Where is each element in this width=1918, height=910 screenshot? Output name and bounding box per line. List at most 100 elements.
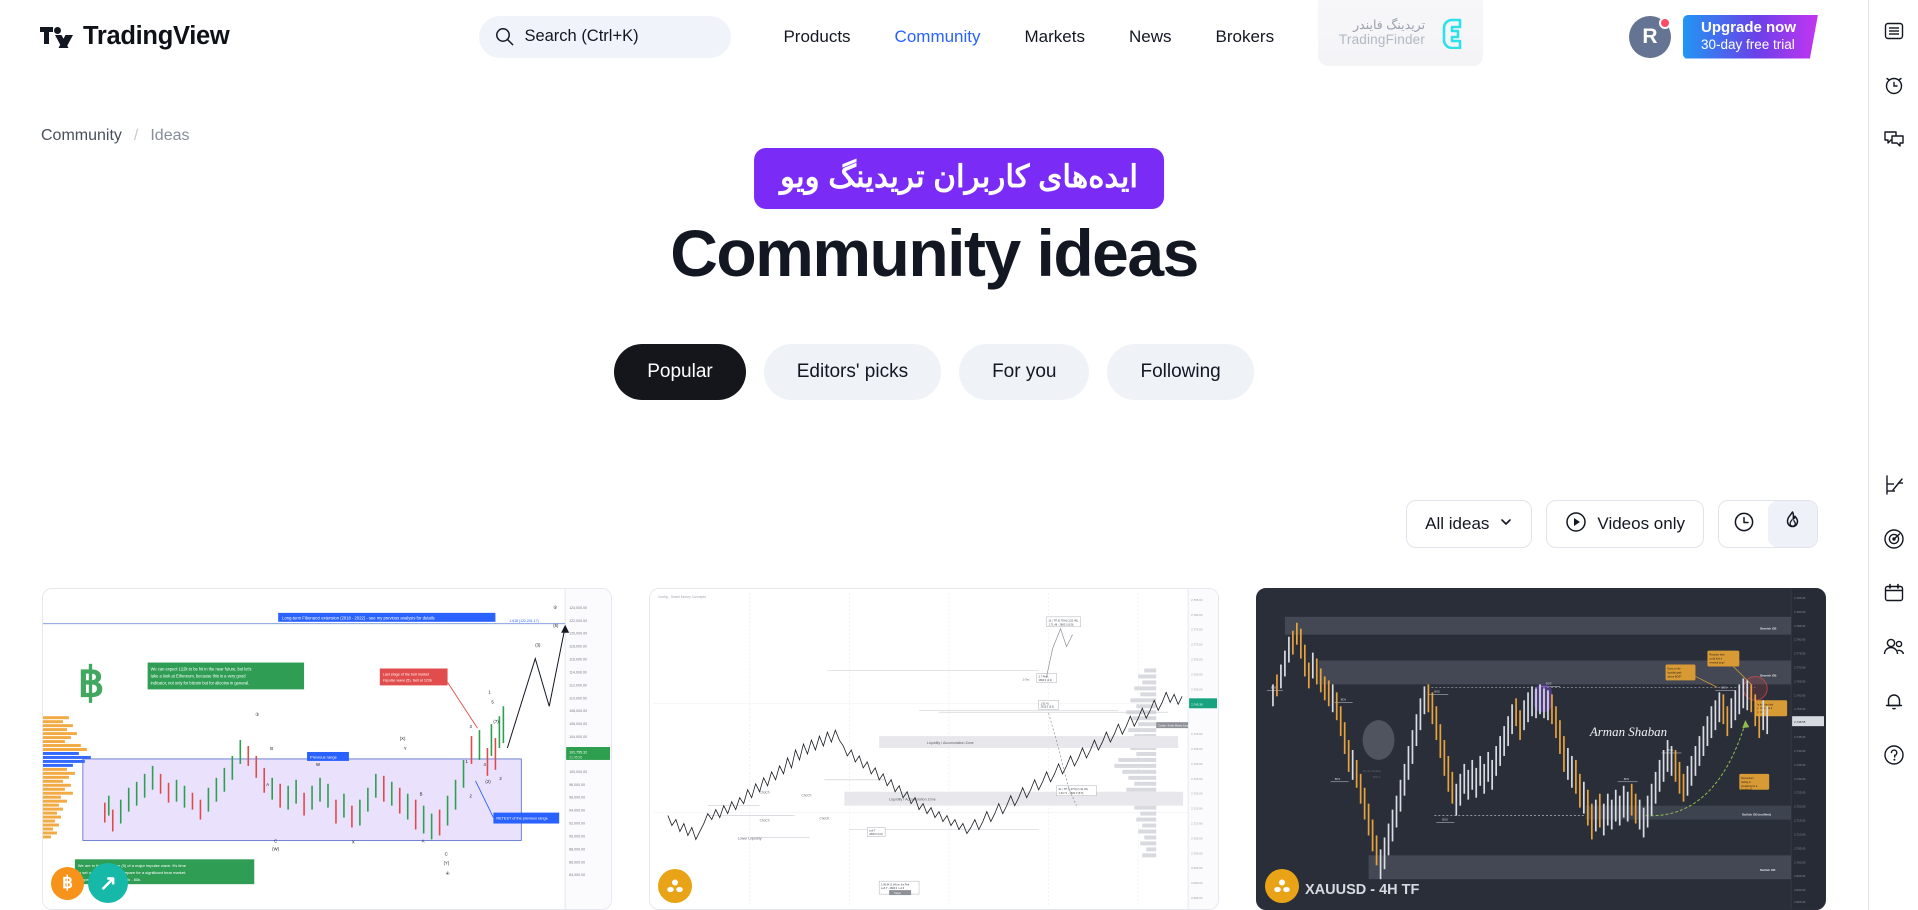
svg-text:C: C [445, 851, 448, 856]
svg-text:120,000.00: 120,000.00 [569, 632, 587, 636]
svg-text:Left T - 2800.0 / +4.6: Left T - 2800.0 / +4.6 [881, 887, 905, 890]
svg-text:BOS: BOS [1271, 685, 1277, 689]
bell-icon[interactable] [1869, 676, 1918, 726]
svg-text:A: A [266, 782, 269, 787]
svg-text:2,730.00: 2,730.00 [1191, 762, 1203, 766]
svg-text:86,000.00: 86,000.00 [569, 860, 585, 864]
svg-text:Bullish OB: Bullish OB [1760, 868, 1776, 872]
svg-text:X: X [352, 839, 355, 844]
svg-text:③: ③ [255, 712, 259, 717]
ideas-toolbar: All ideas Videos only [1406, 500, 1818, 548]
breadcrumb: Community / Ideas [41, 127, 190, 145]
svg-text:Reaction here: Reaction here [1709, 654, 1725, 657]
search-input[interactable]: Search (Ctrl+K) [479, 15, 732, 58]
tab-for-you[interactable]: For you [959, 344, 1090, 400]
svg-text:2,780.00: 2,780.00 [1191, 613, 1203, 617]
svg-text:2,725.00: 2,725.00 [1191, 777, 1203, 781]
card1-header-annotation: Long-term Fibonacci extension (2018 - 20… [282, 615, 434, 620]
svg-text:BOS: BOS [1721, 685, 1727, 689]
svg-text:88,000.00: 88,000.00 [569, 847, 585, 851]
nav-item-community[interactable]: Community [873, 0, 1003, 73]
calendar-icon[interactable] [1869, 568, 1918, 618]
svg-text:could fuel a: could fuel a [1709, 658, 1722, 661]
svg-text:2,760.00: 2,760.00 [1191, 672, 1203, 676]
ideas-filter-tabs: Popular Editors' picks For you Following [0, 344, 1868, 400]
svg-text:116,000.00: 116,000.00 [569, 658, 587, 662]
videos-only-button[interactable]: Videos only [1546, 500, 1704, 548]
svg-text:BOS: BOS [1341, 697, 1347, 701]
help-icon[interactable] [1869, 730, 1918, 780]
tab-editors-picks[interactable]: Editors' picks [763, 344, 942, 400]
watchlist-icon[interactable] [1869, 6, 1918, 56]
tab-popular[interactable]: Popular [614, 344, 746, 400]
svg-text:106,000.00: 106,000.00 [569, 722, 587, 726]
stock-screener-icon[interactable] [1869, 514, 1918, 564]
ideas-pine-icon[interactable] [1869, 460, 1918, 510]
svg-text:ChoCh: ChoCh [819, 817, 829, 821]
svg-text:TRD-X: TRD-X [1373, 775, 1381, 779]
nav-item-products[interactable]: Products [761, 0, 872, 73]
svg-text:(W): (W) [272, 846, 279, 851]
svg-text:Config - Smart Money Concepts: Config - Smart Money Concepts (SMC) [1158, 725, 1201, 728]
nav-item-markets[interactable]: Markets [1003, 0, 1107, 73]
idea-card-xauusd[interactable]: 2,795.00 2,790.00 2,785.00 2,780.00 2,775.… [1256, 588, 1826, 910]
svg-text:96,000.00: 96,000.00 [569, 796, 585, 800]
tradingfinder-logo-icon [1432, 17, 1462, 50]
svg-text:2,745.30: 2,745.30 [1191, 702, 1203, 706]
svg-text:2,730.00: 2,730.00 [1794, 777, 1806, 781]
chevron-down-icon [1499, 514, 1513, 534]
teal-arrow-badge-icon: ↗ [88, 863, 128, 903]
sort-recent-button[interactable] [1719, 501, 1768, 547]
brand-name: TradingView [83, 22, 230, 50]
chat-icon[interactable] [1869, 114, 1918, 164]
breadcrumb-ideas: Ideas [150, 127, 190, 144]
svg-text:2,700.00: 2,700.00 [1191, 851, 1203, 855]
svg-text:④: ④ [446, 871, 450, 876]
svg-text:2,715.00: 2,715.00 [1191, 807, 1203, 811]
svg-text:Bearish OB: Bearish OB [1760, 673, 1777, 677]
svg-text:BOS: BOS [1624, 777, 1630, 781]
svg-text:2,795.00: 2,795.00 [1794, 596, 1806, 600]
svg-text:98,000.00: 98,000.00 [569, 783, 585, 787]
alerts-clock-icon[interactable] [1869, 60, 1918, 110]
card-badges [1265, 869, 1299, 903]
svg-text:Momentum: Momentum [1741, 777, 1753, 780]
svg-text:breakout?: breakout? [1741, 789, 1753, 792]
svg-text:C: C [274, 838, 277, 843]
idea-card-bitcoin[interactable]: 124,000.00 122,000.00 120,000.00 118,000.0… [42, 588, 612, 910]
svg-text:(7): (7) [493, 719, 499, 724]
play-circle-icon [1565, 511, 1587, 538]
nav-item-brokers[interactable]: Brokers [1194, 0, 1297, 73]
nav-item-news[interactable]: News [1107, 0, 1194, 73]
breadcrumb-community[interactable]: Community [41, 127, 122, 145]
tradingview-logo[interactable]: TradingView [40, 22, 230, 51]
svg-text:Eyes on the: Eyes on the [1668, 667, 1682, 670]
svg-text:2-Dec: 2-Dec [1023, 677, 1031, 681]
avatar[interactable]: R [1628, 15, 1671, 58]
svg-text:ChoCh: ChoCh [760, 791, 770, 795]
svg-text:B: B [420, 792, 423, 797]
svg-text:21:45:26: 21:45:26 [569, 755, 582, 759]
svg-text:preparing for a: preparing for a [1741, 785, 1758, 788]
svg-text:2,705.00: 2,705.00 [1794, 846, 1806, 850]
svg-text:Last stage of the bull market: Last stage of the bull market [383, 672, 429, 676]
upgrade-now-button[interactable]: Upgrade now 30-day free trial [1682, 14, 1818, 59]
people-icon[interactable] [1869, 622, 1918, 672]
svg-text:2,765.00: 2,765.00 [1794, 679, 1806, 683]
svg-text:2,765.00: 2,765.00 [1191, 658, 1203, 662]
svg-text:122,000.00: 122,000.00 [569, 619, 587, 623]
svg-text:2,705.00: 2,705.00 [1191, 836, 1203, 840]
svg-text:2,785.00: 2,785.00 [1191, 598, 1203, 602]
sort-popular-button[interactable] [1768, 501, 1817, 547]
all-ideas-dropdown[interactable]: All ideas [1406, 500, 1533, 548]
svg-text:2,745.00: 2,745.00 [1794, 735, 1806, 739]
svg-text:SL / TP (1.07%) (1.91.45): SL / TP (1.07%) (1.91.45) [1059, 787, 1088, 791]
tab-following[interactable]: Following [1107, 344, 1254, 400]
svg-text:fading or: fading or [1741, 781, 1751, 784]
svg-text:Config - Smart Money Concepts: Config - Smart Money Concepts [658, 595, 706, 599]
idea-card-liquidity[interactable]: Config - Smart Money Concepts 2,785.00 2,… [649, 588, 1219, 910]
svg-text:1.71.48 - 2800.0 (5.9): 1.71.48 - 2800.0 (5.9) [1049, 622, 1074, 626]
svg-text:2,748.55: 2,748.55 [1794, 720, 1806, 724]
persian-title-banner: ایده‌های کاربران تریدینگ ویو [754, 148, 1164, 210]
svg-text:84,000.00: 84,000.00 [569, 873, 585, 877]
